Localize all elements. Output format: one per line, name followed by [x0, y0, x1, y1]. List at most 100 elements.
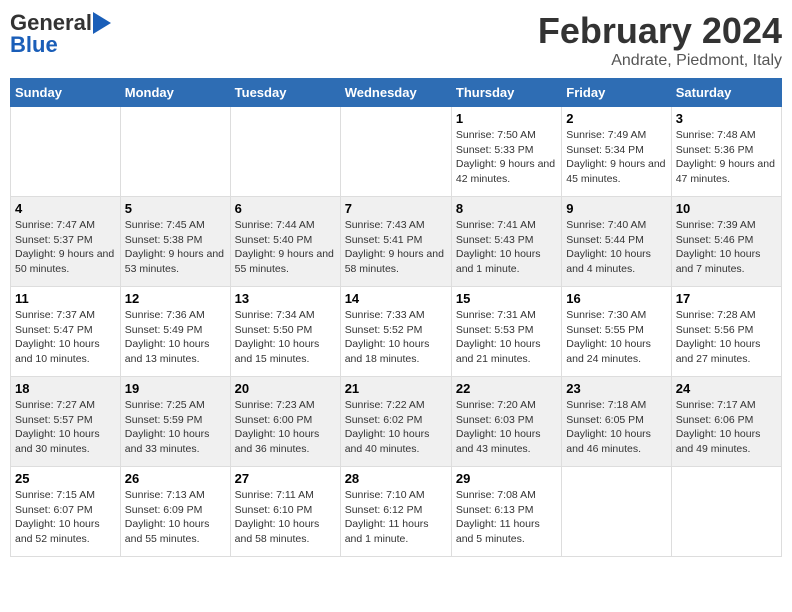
date-number: 5: [125, 201, 226, 216]
calendar-cell: 21 Sunrise: 7:22 AMSunset: 6:02 PMDayligh…: [340, 377, 451, 467]
date-number: 8: [456, 201, 557, 216]
cell-info: Sunrise: 7:34 AMSunset: 5:50 PMDaylight:…: [235, 308, 336, 367]
date-number: 13: [235, 291, 336, 306]
cell-info: Sunrise: 7:40 AMSunset: 5:44 PMDaylight:…: [566, 218, 666, 277]
calendar-cell: 11 Sunrise: 7:37 AMSunset: 5:47 PMDayligh…: [11, 287, 121, 377]
calendar-cell: [120, 107, 230, 197]
day-header-saturday: Saturday: [671, 79, 781, 107]
date-number: 22: [456, 381, 557, 396]
cell-info: Sunrise: 7:36 AMSunset: 5:49 PMDaylight:…: [125, 308, 226, 367]
day-header-thursday: Thursday: [451, 79, 561, 107]
calendar-cell: 26Sunrise: 7:13 AMSunset: 6:09 PMDayligh…: [120, 467, 230, 557]
calendar-cell: 2 Sunrise: 7:49 AMSunset: 5:34 PMDaylight…: [562, 107, 671, 197]
calendar-cell: 27Sunrise: 7:11 AMSunset: 6:10 PMDayligh…: [230, 467, 340, 557]
date-number: 18: [15, 381, 116, 396]
date-number: 15: [456, 291, 557, 306]
date-number: 4: [15, 201, 116, 216]
calendar-cell: 18 Sunrise: 7:27 AMSunset: 5:57 PMDayligh…: [11, 377, 121, 467]
cell-info: Sunrise: 7:23 AMSunset: 6:00 PMDaylight:…: [235, 398, 336, 457]
calendar-cell: 5 Sunrise: 7:45 AMSunset: 5:38 PMDaylight…: [120, 197, 230, 287]
cell-info: Sunrise: 7:27 AMSunset: 5:57 PMDaylight:…: [15, 398, 116, 457]
day-header-monday: Monday: [120, 79, 230, 107]
calendar-cell: 25Sunrise: 7:15 AMSunset: 6:07 PMDayligh…: [11, 467, 121, 557]
cell-info: Sunrise: 7:50 AMSunset: 5:33 PMDaylight:…: [456, 128, 557, 187]
date-number: 12: [125, 291, 226, 306]
day-header-wednesday: Wednesday: [340, 79, 451, 107]
date-number: 19: [125, 381, 226, 396]
calendar-cell: 15 Sunrise: 7:31 AMSunset: 5:53 PMDayligh…: [451, 287, 561, 377]
cell-info: Sunrise: 7:49 AMSunset: 5:34 PMDaylight:…: [566, 128, 666, 187]
cell-info: Sunrise: 7:47 AMSunset: 5:37 PMDaylight:…: [15, 218, 116, 277]
calendar-cell: [340, 107, 451, 197]
cell-info: Sunrise: 7:44 AMSunset: 5:40 PMDaylight:…: [235, 218, 336, 277]
page-header: General Blue February 2024 Andrate, Pied…: [10, 10, 782, 70]
week-row-3: 11 Sunrise: 7:37 AMSunset: 5:47 PMDayligh…: [11, 287, 782, 377]
cell-info: Sunrise: 7:18 AMSunset: 6:05 PMDaylight:…: [566, 398, 666, 457]
calendar-cell: [562, 467, 671, 557]
week-row-4: 18 Sunrise: 7:27 AMSunset: 5:57 PMDayligh…: [11, 377, 782, 467]
calendar-cell: 16Sunrise: 7:30 AMSunset: 5:55 PMDayligh…: [562, 287, 671, 377]
title-block: February 2024 Andrate, Piedmont, Italy: [538, 10, 782, 70]
date-number: 17: [676, 291, 777, 306]
cell-info: Sunrise: 7:08 AMSunset: 6:13 PMDaylight:…: [456, 488, 557, 547]
cell-info: Sunrise: 7:43 AMSunset: 5:41 PMDaylight:…: [345, 218, 447, 277]
calendar-cell: 6 Sunrise: 7:44 AMSunset: 5:40 PMDaylight…: [230, 197, 340, 287]
date-number: 9: [566, 201, 666, 216]
date-number: 24: [676, 381, 777, 396]
calendar-cell: 10Sunrise: 7:39 AMSunset: 5:46 PMDayligh…: [671, 197, 781, 287]
calendar-cell: 3 Sunrise: 7:48 AMSunset: 5:36 PMDaylight…: [671, 107, 781, 197]
cell-info: Sunrise: 7:37 AMSunset: 5:47 PMDaylight:…: [15, 308, 116, 367]
date-number: 6: [235, 201, 336, 216]
date-number: 29: [456, 471, 557, 486]
date-number: 2: [566, 111, 666, 126]
cell-info: Sunrise: 7:41 AMSunset: 5:43 PMDaylight:…: [456, 218, 557, 277]
calendar-cell: 12 Sunrise: 7:36 AMSunset: 5:49 PMDayligh…: [120, 287, 230, 377]
calendar-cell: 1 Sunrise: 7:50 AMSunset: 5:33 PMDaylight…: [451, 107, 561, 197]
calendar-cell: 17Sunrise: 7:28 AMSunset: 5:56 PMDayligh…: [671, 287, 781, 377]
date-number: 16: [566, 291, 666, 306]
cell-info: Sunrise: 7:31 AMSunset: 5:53 PMDaylight:…: [456, 308, 557, 367]
calendar-cell: 23 Sunrise: 7:18 AMSunset: 6:05 PMDayligh…: [562, 377, 671, 467]
day-header-friday: Friday: [562, 79, 671, 107]
calendar-cell: 8 Sunrise: 7:41 AMSunset: 5:43 PMDaylight…: [451, 197, 561, 287]
calendar-cell: 7 Sunrise: 7:43 AMSunset: 5:41 PMDaylight…: [340, 197, 451, 287]
cell-info: Sunrise: 7:48 AMSunset: 5:36 PMDaylight:…: [676, 128, 777, 187]
date-number: 21: [345, 381, 447, 396]
calendar-cell: 9 Sunrise: 7:40 AMSunset: 5:44 PMDaylight…: [562, 197, 671, 287]
cell-info: Sunrise: 7:25 AMSunset: 5:59 PMDaylight:…: [125, 398, 226, 457]
date-number: 28: [345, 471, 447, 486]
logo-arrow-icon: [93, 12, 111, 34]
calendar-table: SundayMondayTuesdayWednesdayThursdayFrid…: [10, 78, 782, 557]
calendar-cell: 14 Sunrise: 7:33 AMSunset: 5:52 PMDayligh…: [340, 287, 451, 377]
calendar-cell: [11, 107, 121, 197]
week-row-2: 4 Sunrise: 7:47 AMSunset: 5:37 PMDaylight…: [11, 197, 782, 287]
main-title: February 2024: [538, 10, 782, 52]
date-number: 14: [345, 291, 447, 306]
day-header-sunday: Sunday: [11, 79, 121, 107]
calendar-cell: [671, 467, 781, 557]
calendar-cell: 4 Sunrise: 7:47 AMSunset: 5:37 PMDaylight…: [11, 197, 121, 287]
date-number: 23: [566, 381, 666, 396]
calendar-cell: 20Sunrise: 7:23 AMSunset: 6:00 PMDayligh…: [230, 377, 340, 467]
calendar-cell: 28Sunrise: 7:10 AMSunset: 6:12 PMDayligh…: [340, 467, 451, 557]
cell-info: Sunrise: 7:33 AMSunset: 5:52 PMDaylight:…: [345, 308, 447, 367]
calendar-cell: [230, 107, 340, 197]
date-number: 7: [345, 201, 447, 216]
subtitle: Andrate, Piedmont, Italy: [538, 52, 782, 70]
calendar-cell: 22 Sunrise: 7:20 AMSunset: 6:03 PMDayligh…: [451, 377, 561, 467]
date-number: 11: [15, 291, 116, 306]
cell-info: Sunrise: 7:45 AMSunset: 5:38 PMDaylight:…: [125, 218, 226, 277]
date-number: 1: [456, 111, 557, 126]
date-number: 3: [676, 111, 777, 126]
calendar-cell: 24 Sunrise: 7:17 AMSunset: 6:06 PMDayligh…: [671, 377, 781, 467]
cell-info: Sunrise: 7:22 AMSunset: 6:02 PMDaylight:…: [345, 398, 447, 457]
calendar-cell: 29 Sunrise: 7:08 AMSunset: 6:13 PMDayligh…: [451, 467, 561, 557]
cell-info: Sunrise: 7:13 AMSunset: 6:09 PMDaylight:…: [125, 488, 226, 547]
cell-info: Sunrise: 7:20 AMSunset: 6:03 PMDaylight:…: [456, 398, 557, 457]
week-row-5: 25Sunrise: 7:15 AMSunset: 6:07 PMDayligh…: [11, 467, 782, 557]
cell-info: Sunrise: 7:17 AMSunset: 6:06 PMDaylight:…: [676, 398, 777, 457]
date-number: 27: [235, 471, 336, 486]
week-row-1: 1 Sunrise: 7:50 AMSunset: 5:33 PMDaylight…: [11, 107, 782, 197]
logo-blue: Blue: [10, 32, 58, 58]
cell-info: Sunrise: 7:39 AMSunset: 5:46 PMDaylight:…: [676, 218, 777, 277]
